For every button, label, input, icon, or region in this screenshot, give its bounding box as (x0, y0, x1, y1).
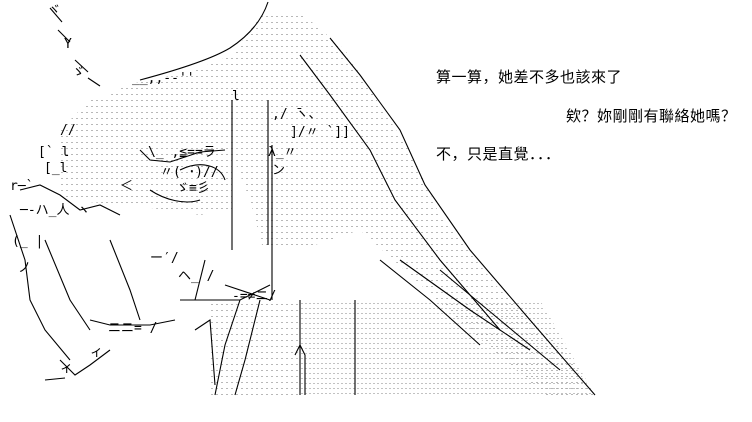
dialogue-line-3: 不，只是直覺．．． (436, 145, 561, 163)
svg-text:ヾ: ヾ (48, 3, 61, 18)
svg-text:l: l (232, 89, 240, 104)
svg-text:__,,-‐'': __,,-‐'' (132, 71, 195, 86)
svg-text:[` l: [` l (38, 145, 69, 160)
svg-text:r─`: r─` (10, 179, 33, 194)
svg-text:ニニ= /: ニニ= / (108, 321, 157, 336)
svg-text:Y: Y (64, 37, 72, 52)
svg-text:ィ: ィ (60, 361, 73, 376)
svg-text:〃( ･)//: 〃( ･)// (160, 165, 219, 180)
svg-text:,/ ̄ヽ、: ,/ ̄ヽ、 (272, 107, 321, 122)
svg-text:[_l: [_l (44, 161, 67, 176)
dialogue-line-2: 欸？妳剛剛有聯絡她嗎？ (566, 107, 737, 125)
svg-text:─‐ハ_人 ヽ: ─‐ハ_人 ヽ (19, 203, 90, 218)
svg-text:λ_〃: λ_〃 (268, 145, 297, 160)
svg-text:ヘ_ /: ヘ_ / (178, 269, 214, 284)
svg-text:-=≠ニ/: -=≠ニ/ (232, 289, 276, 304)
svg-text:ノ: ノ (18, 261, 31, 276)
svg-text:ン: ン (272, 163, 285, 178)
svg-text:(_ |: (_ | (12, 234, 43, 249)
svg-text://: // (60, 123, 76, 138)
svg-text:\_ ,≦==ラ: \_ ,≦==ラ (148, 145, 216, 160)
svg-text:＜: ＜ (120, 179, 133, 194)
svg-text:]/〃 `]]: ]/〃 `]] (290, 125, 350, 140)
dialogue-line-1: 算一算，她差不多也該來了 (436, 68, 623, 86)
svg-text:ゞ≡彡: ゞ≡彡 (176, 181, 210, 196)
ascii-art-canvas: ヾ Y ゞ __,,-‐'' l ,/ ̄ヽ、 // \_ ,≦==ラ ]/〃 … (0, 0, 752, 422)
ascii-art-figure: ヾ Y ゞ __,,-‐'' l ,/ ̄ヽ、 // \_ ,≦==ラ ]/〃 … (9, 1, 596, 396)
svg-text:ー′/: ー′/ (150, 251, 179, 266)
svg-text:ィ: ィ (90, 345, 103, 360)
svg-text:ゞ: ゞ (72, 65, 85, 80)
